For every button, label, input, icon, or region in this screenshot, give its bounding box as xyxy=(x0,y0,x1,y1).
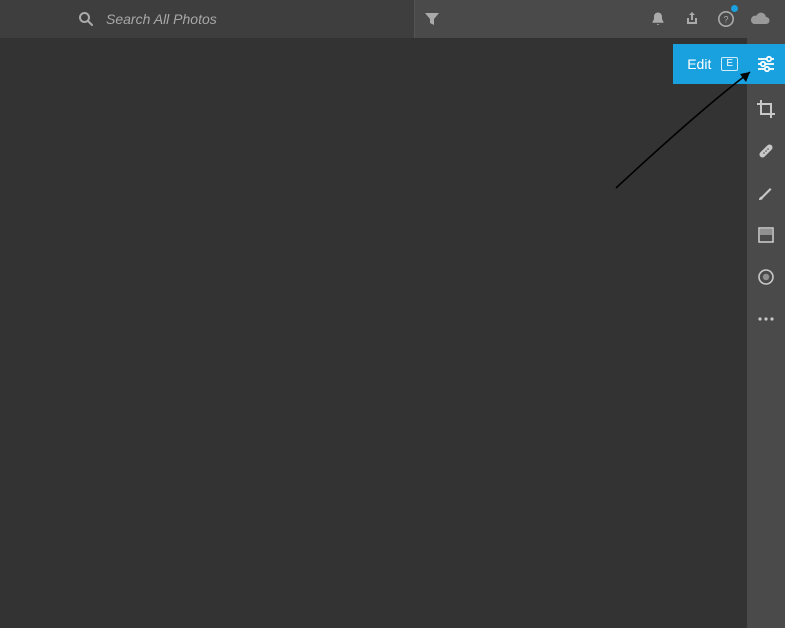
cloud-icon xyxy=(749,11,771,27)
help-badge-dot xyxy=(731,5,738,12)
filter-button[interactable] xyxy=(414,0,448,38)
help-icon: ? xyxy=(717,10,735,28)
edit-label: Edit xyxy=(687,56,711,72)
brush-tool[interactable] xyxy=(747,172,785,214)
top-right-icons: ? xyxy=(641,0,785,38)
filter-icon xyxy=(425,12,439,26)
search-icon xyxy=(78,11,94,27)
sliders-icon xyxy=(756,54,776,74)
edit-shortcut-key: E xyxy=(721,57,738,71)
more-tools-button[interactable] xyxy=(747,298,785,340)
search-box[interactable] xyxy=(0,0,414,38)
notifications-button[interactable] xyxy=(641,0,675,38)
healing-tool[interactable] xyxy=(747,130,785,172)
share-button[interactable] xyxy=(675,0,709,38)
radial-gradient-icon xyxy=(757,268,775,286)
bandage-icon xyxy=(756,141,776,161)
crop-icon xyxy=(756,99,776,119)
search-input[interactable] xyxy=(72,11,402,27)
linear-gradient-tool[interactable] xyxy=(747,214,785,256)
right-toolbar xyxy=(747,38,785,628)
cloud-sync-button[interactable] xyxy=(743,0,777,38)
bell-icon xyxy=(650,11,666,27)
svg-text:?: ? xyxy=(723,15,728,25)
top-bar: ? xyxy=(0,0,785,38)
photo-canvas xyxy=(0,38,747,628)
crop-tool[interactable] xyxy=(747,88,785,130)
share-icon xyxy=(684,11,700,27)
linear-gradient-icon xyxy=(757,226,775,244)
radial-gradient-tool[interactable] xyxy=(747,256,785,298)
more-icon xyxy=(757,316,775,322)
edit-panel-button[interactable]: Edit E xyxy=(673,44,748,84)
help-button[interactable]: ? xyxy=(709,0,743,38)
edit-sliders-tool[interactable] xyxy=(747,44,785,84)
brush-icon xyxy=(756,183,776,203)
